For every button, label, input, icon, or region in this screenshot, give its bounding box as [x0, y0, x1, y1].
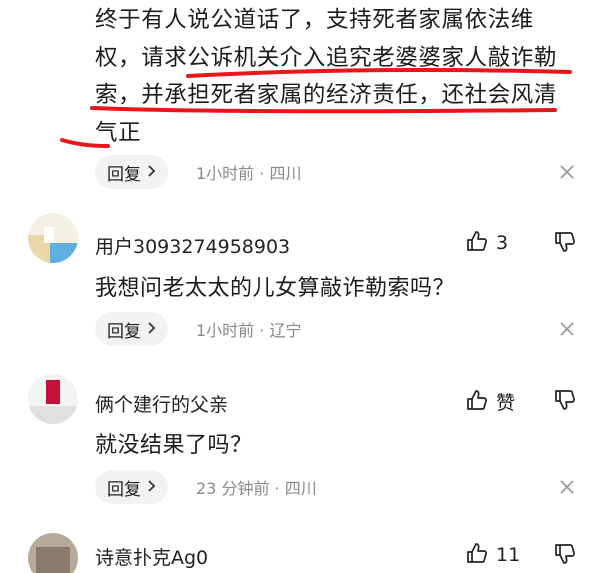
comment-item: 用户3093274958903 3 我想问老太太的儿女算敲诈勒索吗？ 回复 1小… — [0, 200, 600, 360]
username[interactable]: 俩个建行的父亲 — [95, 390, 228, 417]
comment-line: 终于有人说公道话了，支持死者家属依法维 — [95, 7, 534, 33]
like-count: 赞 — [496, 392, 516, 414]
close-icon[interactable] — [558, 478, 576, 496]
close-icon[interactable] — [558, 163, 576, 181]
username[interactable]: 诗意扑克Ag0 — [95, 543, 208, 570]
comment-meta: 1小时前 · 四川 — [196, 164, 302, 183]
username[interactable]: 用户3093274958903 — [95, 232, 290, 259]
like-count: 3 — [496, 232, 509, 254]
reply-label: 回复 — [107, 479, 141, 500]
avatar[interactable] — [28, 533, 78, 573]
comment-item: 诗意扑克Ag0 11 — [0, 515, 600, 573]
reply-button[interactable]: 回复 — [95, 312, 168, 346]
thumbs-down-icon[interactable] — [554, 231, 576, 257]
close-icon[interactable] — [558, 320, 576, 338]
comment-item: 俩个建行的父亲 赞 就没结果了吗？ 回复 23 分钟前 · 四川 — [0, 360, 600, 515]
comment-meta: 1小时前 · 辽宁 — [196, 321, 302, 340]
reply-button[interactable]: 回复 — [95, 470, 168, 504]
comment-top: 终于有人说公道话了，支持死者家属依法维 权，请求公诉机关介入追究老婆婆家人敲诈勒… — [0, 0, 600, 200]
like-button[interactable]: 11 — [466, 542, 520, 568]
reply-button[interactable]: 回复 — [95, 155, 168, 189]
comment-text: 就没结果了吗？ — [95, 433, 253, 458]
thumbs-down-icon[interactable] — [554, 543, 576, 569]
thumbs-up-icon — [466, 542, 488, 568]
thumbs-down-icon[interactable] — [554, 389, 576, 415]
comment-meta: 23 分钟前 · 四川 — [196, 479, 317, 498]
reply-label: 回复 — [107, 321, 141, 342]
reply-row: 回复 23 分钟前 · 四川 — [95, 470, 317, 504]
chevron-right-icon — [147, 320, 156, 339]
thumbs-up-icon — [466, 389, 488, 415]
reply-row: 回复 1小时前 · 四川 — [95, 155, 301, 189]
comment-line: 权，请求公诉机关介入追究老婆婆家人敲诈勒 — [95, 44, 558, 71]
reply-row: 回复 1小时前 · 辽宁 — [95, 312, 301, 346]
reply-label: 回复 — [107, 164, 141, 185]
comment-text: 我想问老太太的儿女算敲诈勒索吗？ — [95, 276, 456, 301]
comment-line: 索，并承担死者家属的经济责任，还社会风清 — [95, 82, 558, 108]
chevron-right-icon — [147, 478, 156, 497]
like-button[interactable]: 赞 — [466, 388, 515, 415]
avatar[interactable] — [28, 213, 78, 263]
like-count: 11 — [496, 544, 521, 566]
chevron-right-icon — [147, 163, 156, 182]
thumbs-up-icon — [466, 230, 488, 256]
like-button[interactable]: 3 — [466, 230, 508, 256]
comment-body-text: 终于有人说公道话了，支持死者家属依法维 权，请求公诉机关介入追究老婆婆家人敲诈勒… — [95, 2, 585, 152]
avatar[interactable] — [28, 374, 78, 424]
comment-line: 气正 — [95, 119, 142, 146]
